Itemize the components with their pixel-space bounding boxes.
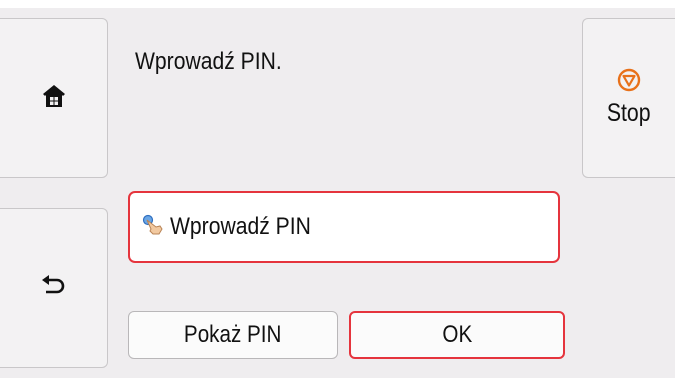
pin-input[interactable]: Wprowadź PIN <box>128 191 560 263</box>
screen: Stop Wprowadź PIN. Wprowadź PIN Pokaż PI… <box>0 0 675 385</box>
pin-input-label: Wprowadź PIN <box>170 213 311 240</box>
stop-label: Stop <box>607 99 651 127</box>
ok-button[interactable]: OK <box>349 311 565 359</box>
show-pin-label: Pokaż PIN <box>184 321 282 348</box>
stop-button[interactable]: Stop <box>582 18 675 178</box>
show-pin-button[interactable]: Pokaż PIN <box>128 311 338 359</box>
back-icon <box>41 274 67 302</box>
back-button[interactable] <box>0 208 108 368</box>
stop-icon <box>617 68 641 97</box>
tap-hand-icon <box>142 214 164 241</box>
page-title: Wprowadź PIN. <box>135 48 282 75</box>
ok-label: OK <box>442 321 472 348</box>
home-icon <box>41 83 67 114</box>
home-button[interactable] <box>0 18 108 178</box>
